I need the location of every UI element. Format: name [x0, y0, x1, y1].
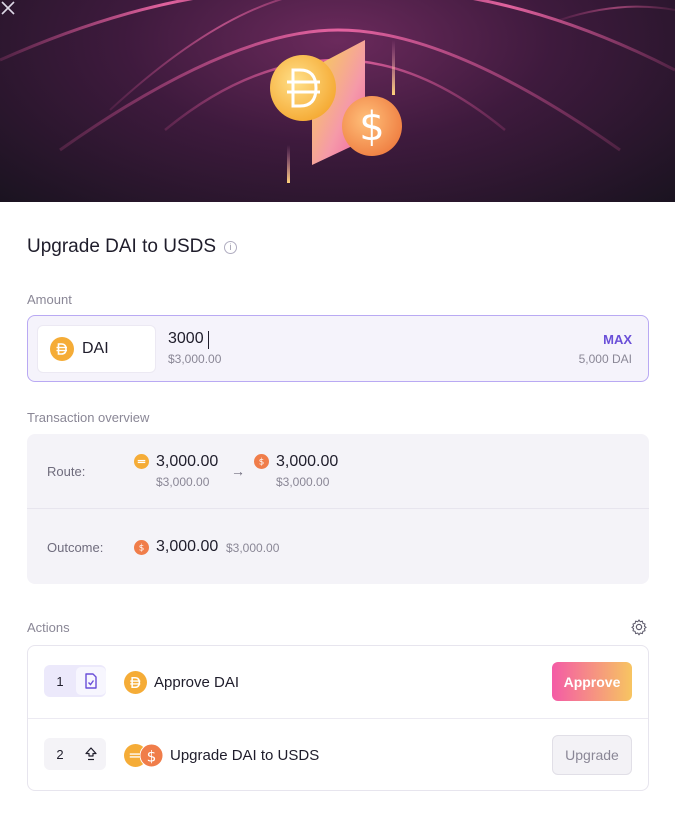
modal-title: Upgrade DAI to USDS — [27, 236, 217, 257]
amount-input[interactable] — [168, 330, 368, 348]
dai-icon — [50, 337, 74, 361]
usds-icon: $ — [140, 744, 163, 767]
transaction-overview: Route: 3,000.00 $3,000.00 → $ 3,000.00 $… — [27, 434, 649, 584]
step-chip-approve: 1 — [44, 665, 106, 697]
hero-illustration: $ — [0, 0, 675, 183]
step-number: 2 — [56, 746, 64, 762]
outcome-amount: 3,000.00 — [156, 538, 219, 555]
svg-text:$: $ — [147, 747, 157, 765]
usds-icon: $ — [254, 454, 269, 469]
amount-usd-value: $3,000.00 — [168, 352, 222, 366]
outcome-label: Outcome: — [47, 540, 104, 555]
dai-icon — [124, 671, 147, 694]
approve-button[interactable]: Approve — [552, 662, 632, 701]
route-to-amount: 3,000.00 — [276, 453, 339, 470]
hero-banner: $ — [0, 0, 675, 202]
route-from-amount: 3,000.00 — [156, 453, 219, 470]
text-caret — [208, 331, 209, 349]
token-selector[interactable]: DAI — [37, 325, 156, 373]
outcome-usd: $3,000.00 — [226, 541, 280, 555]
svg-text:$: $ — [359, 104, 384, 150]
step-chip-upgrade: 2 — [44, 738, 106, 770]
actions-divider — [28, 718, 648, 719]
usds-icon: $ — [134, 540, 149, 555]
step-label-approve: Approve DAI — [154, 674, 240, 691]
route-arrow-icon: → — [231, 463, 245, 479]
overview-label: Transaction overview — [27, 410, 150, 425]
close-icon[interactable] — [0, 0, 16, 16]
overview-divider — [27, 508, 649, 509]
dai-icon — [134, 454, 149, 469]
info-icon[interactable]: i — [224, 240, 238, 254]
token-balance: 5,000 DAI — [578, 352, 632, 366]
amount-input-box: DAI $3,000.00 MAX 5,000 DAI — [27, 315, 649, 382]
route-from-usd: $3,000.00 — [156, 475, 210, 489]
approve-doc-icon — [76, 667, 106, 695]
route-to-usd: $3,000.00 — [276, 475, 330, 489]
upgrade-arrow-icon — [76, 740, 106, 768]
upgrade-button[interactable]: Upgrade — [552, 735, 632, 775]
token-symbol: DAI — [82, 340, 109, 357]
step-number: 1 — [56, 673, 64, 689]
actions-label: Actions — [27, 620, 70, 635]
svg-text:$: $ — [139, 544, 145, 554]
modal-title-row: Upgrade DAI to USDS i — [27, 236, 238, 258]
gear-icon[interactable] — [630, 618, 648, 636]
max-button[interactable]: MAX — [603, 332, 632, 347]
route-label: Route: — [47, 464, 86, 479]
svg-text:$: $ — [259, 458, 265, 468]
actions-list: 1 Approve DAI Approve 2 $ Upgrade DAI to… — [27, 645, 649, 791]
amount-label: Amount — [27, 292, 72, 307]
step-label-upgrade: Upgrade DAI to USDS — [170, 747, 320, 764]
